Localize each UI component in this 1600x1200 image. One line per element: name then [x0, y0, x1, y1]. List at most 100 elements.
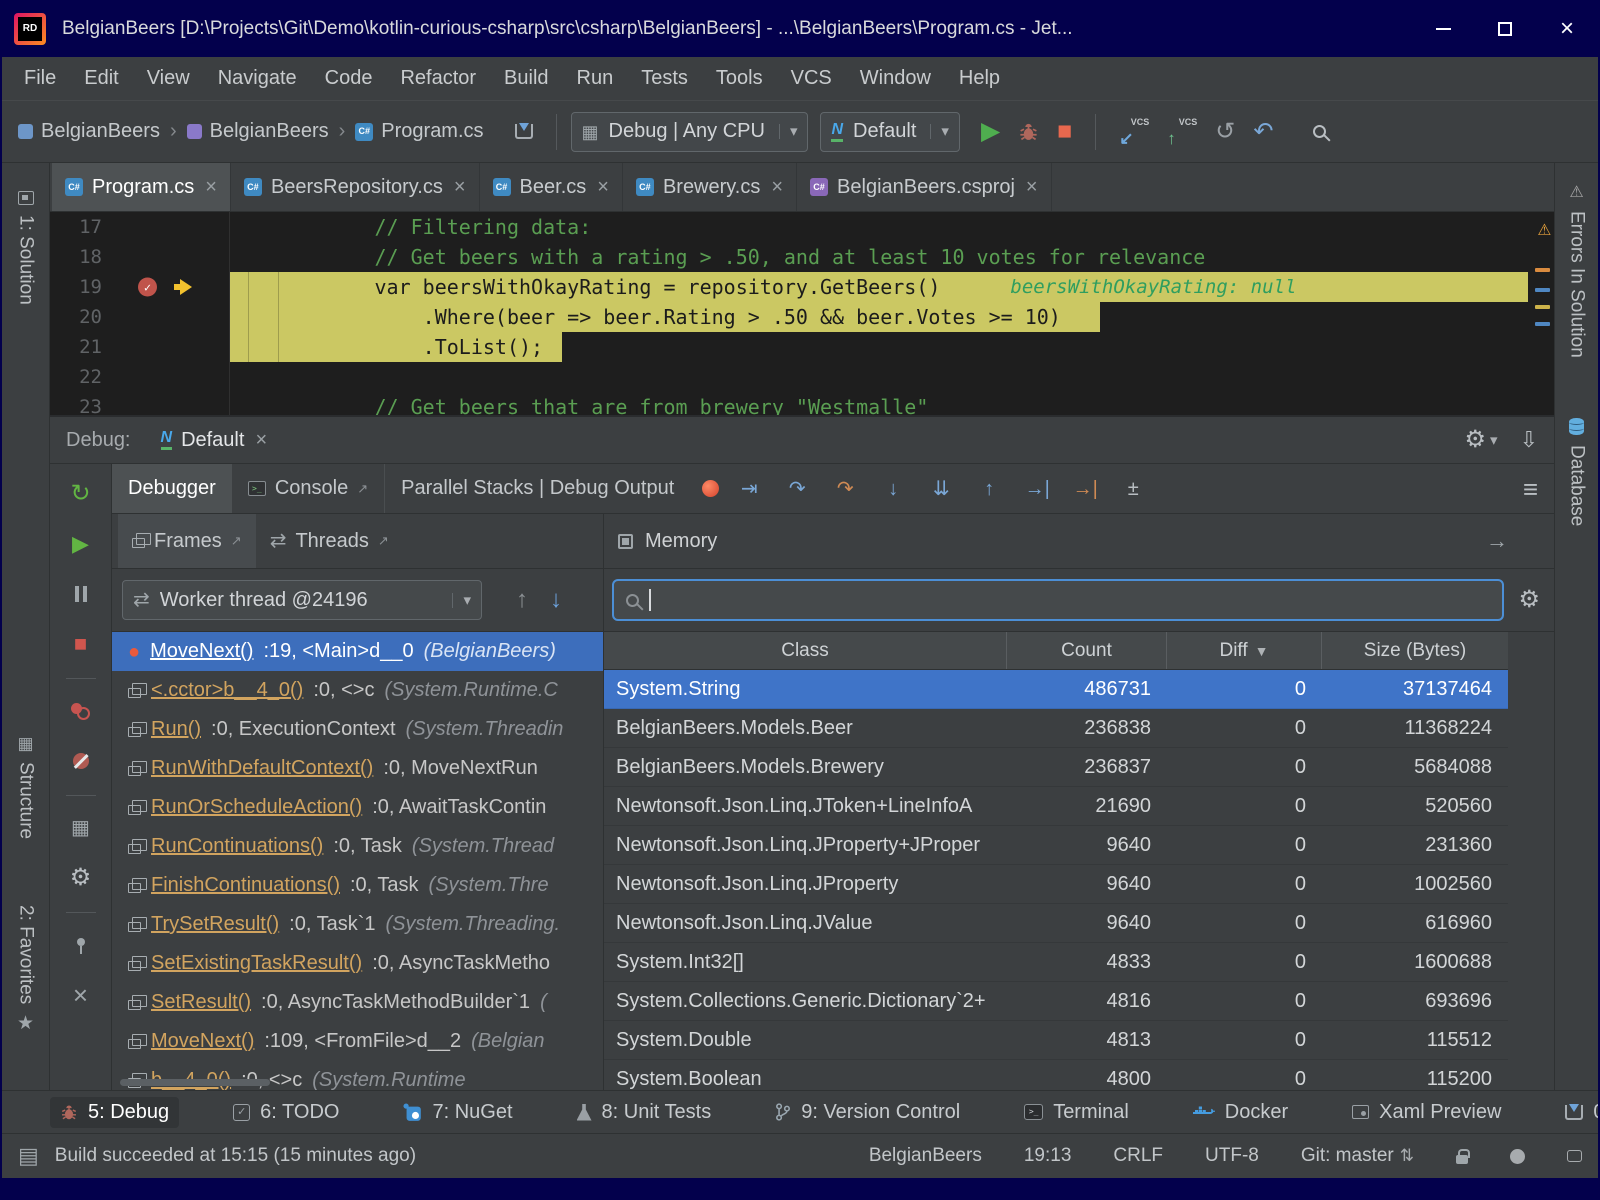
memory-row[interactable]: System.Double48130115512 [604, 1021, 1508, 1060]
close-icon[interactable]: × [1026, 177, 1038, 197]
breakpoint-icon[interactable]: ✓ [138, 278, 157, 297]
code-line[interactable]: // Get beers that are from brewery "West… [230, 392, 1554, 415]
menu-file[interactable]: File [10, 57, 70, 100]
stripe-structure[interactable]: ▦Structure [2, 735, 49, 839]
tab-program-cs[interactable]: C#Program.cs× [52, 163, 231, 211]
mute-breakpoints-button[interactable] [63, 743, 99, 779]
force-run-to-cursor-button[interactable]: →| [1061, 479, 1109, 499]
menu-vcs[interactable]: VCS [777, 57, 846, 100]
pin-button[interactable] [63, 927, 99, 963]
toolwindow-9-version-control[interactable]: 9: Version Control [765, 1097, 970, 1128]
code-line[interactable] [230, 362, 1554, 392]
tab-debugger[interactable]: Debugger [112, 464, 232, 513]
menu-navigate[interactable]: Navigate [204, 57, 311, 100]
step-out-button[interactable]: ↑ [965, 479, 1013, 499]
menu-window[interactable]: Window [846, 57, 945, 100]
caret-position[interactable]: 19:13 [1024, 1145, 1072, 1167]
menu-run[interactable]: Run [563, 57, 628, 100]
tab-parallel-stacks-debug-output[interactable]: Parallel Stacks | Debug Output [384, 464, 690, 513]
git-branch-widget[interactable]: Git: master ⇅ [1301, 1145, 1414, 1167]
code-line[interactable]: .ToList(); [230, 332, 1554, 362]
close-icon[interactable]: × [597, 177, 609, 197]
rollback-button[interactable]: ↺ [1215, 120, 1235, 144]
run-configuration-combo[interactable]: N Default ▾ [820, 112, 959, 152]
toolwindow-6-todo[interactable]: ✓6: TODO [223, 1097, 349, 1128]
column-header-diff[interactable]: Diff▼ [1167, 632, 1322, 669]
settings-icon[interactable]: ⚙ [1465, 428, 1487, 452]
undo-button[interactable]: ↶ [1253, 120, 1273, 144]
stack-frame[interactable]: RunWithDefaultContext():0, MoveNextRun [112, 749, 603, 788]
toolwindow-switcher-icon[interactable]: ▤ [18, 1145, 39, 1167]
tab-beersrepository-cs[interactable]: C#BeersRepository.cs× [231, 163, 480, 211]
debug-session-tab[interactable]: N Default × [151, 425, 278, 456]
vcs-commit-button[interactable]: VCS↑ [1167, 118, 1197, 145]
previous-frame-button[interactable]: ↑ [516, 588, 528, 612]
breadcrumb-item-program-cs[interactable]: C#Program.cs [355, 120, 483, 143]
maximize-button[interactable] [1474, 0, 1536, 57]
stack-frame[interactable]: <.cctor>b__4_0():0, <>c (System.Runtime.… [112, 671, 603, 710]
search-everywhere-button[interactable] [1313, 125, 1326, 138]
toolwindow-0-bu[interactable]: 0: Bu [1555, 1097, 1598, 1128]
rerun-button[interactable]: ↻ [63, 476, 99, 512]
line-ending-selector[interactable]: CRLF [1113, 1145, 1163, 1167]
toolwindow-docker[interactable]: Docker [1183, 1097, 1298, 1128]
tab-brewery-cs[interactable]: C#Brewery.cs× [623, 163, 797, 211]
next-frame-button[interactable]: ↓ [550, 588, 562, 612]
gutter-marks[interactable]: ✓ [102, 272, 229, 302]
step-into-button[interactable]: ↓ [869, 479, 917, 499]
horizontal-scrollbar[interactable] [120, 1079, 270, 1086]
settings-button[interactable]: ⚙ [63, 860, 99, 896]
show-execution-point-button[interactable]: ⇥ [725, 479, 773, 499]
status-message[interactable]: Build succeeded at 15:15 (15 minutes ago… [55, 1145, 416, 1167]
minimize-button[interactable] [1412, 0, 1474, 57]
build-icon[interactable] [515, 124, 533, 139]
close-button[interactable]: × [63, 977, 99, 1013]
memory-search-input[interactable] [612, 579, 1504, 621]
close-icon[interactable]: × [771, 177, 783, 197]
menu-tests[interactable]: Tests [627, 57, 702, 100]
close-session-icon[interactable]: × [255, 430, 267, 450]
memory-row[interactable]: System.Collections.Generic.Dictionary`2+… [604, 982, 1508, 1021]
layout-menu-icon[interactable]: ≡ [1523, 476, 1538, 502]
tab-console[interactable]: >_Console↗ [232, 464, 384, 513]
restore-layout-button[interactable]: ▦ [63, 810, 99, 846]
editor[interactable]: 17 // Filtering data:18 // Get beers wit… [50, 212, 1554, 415]
gutter-marks[interactable] [102, 302, 229, 332]
menu-code[interactable]: Code [311, 57, 387, 100]
debug-button[interactable] [1018, 121, 1039, 142]
stack-frame[interactable]: MoveNext():109, <FromFile>d__2 (Belgian [112, 1022, 603, 1061]
gutter-marks[interactable] [102, 392, 229, 415]
close-button[interactable]: × [1536, 0, 1598, 57]
menu-tools[interactable]: Tools [702, 57, 777, 100]
forward-icon[interactable]: → [1486, 530, 1508, 552]
code-line[interactable]: // Get beers with a rating > .50, and at… [230, 242, 1554, 272]
gutter-marks[interactable] [102, 212, 229, 242]
menu-view[interactable]: View [133, 57, 204, 100]
close-icon[interactable]: × [205, 177, 217, 197]
editor-error-stripe[interactable]: ⚠ [1528, 212, 1554, 415]
stripe-2-favorites[interactable]: 2: Favorites★ [2, 905, 49, 1033]
stripe-errors-in-solution[interactable]: ⚠Errors In Solution [1555, 185, 1598, 358]
stack-frame[interactable]: RunOrScheduleAction():0, AwaitTaskContin [112, 788, 603, 827]
menu-build[interactable]: Build [490, 57, 562, 100]
memory-row[interactable]: Newtonsoft.Json.Linq.JProperty+JProper96… [604, 826, 1508, 865]
memory-row[interactable]: Newtonsoft.Json.Linq.JProperty9640010025… [604, 865, 1508, 904]
stack-frame[interactable]: FinishContinuations():0, Task (System.Th… [112, 866, 603, 905]
breadcrumb-item-belgianbeers[interactable]: BelgianBeers [187, 120, 329, 143]
vcs-update-button[interactable]: VCS↙ [1119, 118, 1149, 145]
memory-settings-icon[interactable]: ⚙ [1518, 588, 1540, 612]
evaluate-button[interactable]: ± [1109, 479, 1157, 499]
column-header-class[interactable]: Class [604, 632, 1007, 669]
toolwindow-5-debug[interactable]: 5: Debug [50, 1097, 179, 1128]
stripe-database[interactable]: Database [1555, 418, 1598, 526]
tab-frames[interactable]: Frames↗ [118, 514, 256, 568]
run-button[interactable]: ▶ [981, 119, 1000, 144]
toolwindow-7-nuget[interactable]: 7: NuGet [393, 1097, 522, 1128]
memory-row[interactable]: Newtonsoft.Json.Linq.JValue96400616960 [604, 904, 1508, 943]
stop-button[interactable]: ■ [63, 626, 99, 662]
stack-frame[interactable]: RunContinuations():0, Task (System.Threa… [112, 827, 603, 866]
menu-edit[interactable]: Edit [70, 57, 132, 100]
close-icon[interactable]: × [454, 177, 466, 197]
gutter-marks[interactable] [102, 242, 229, 272]
stack-frame[interactable]: ●MoveNext():19, <Main>d__0 (BelgianBeers… [112, 632, 603, 671]
